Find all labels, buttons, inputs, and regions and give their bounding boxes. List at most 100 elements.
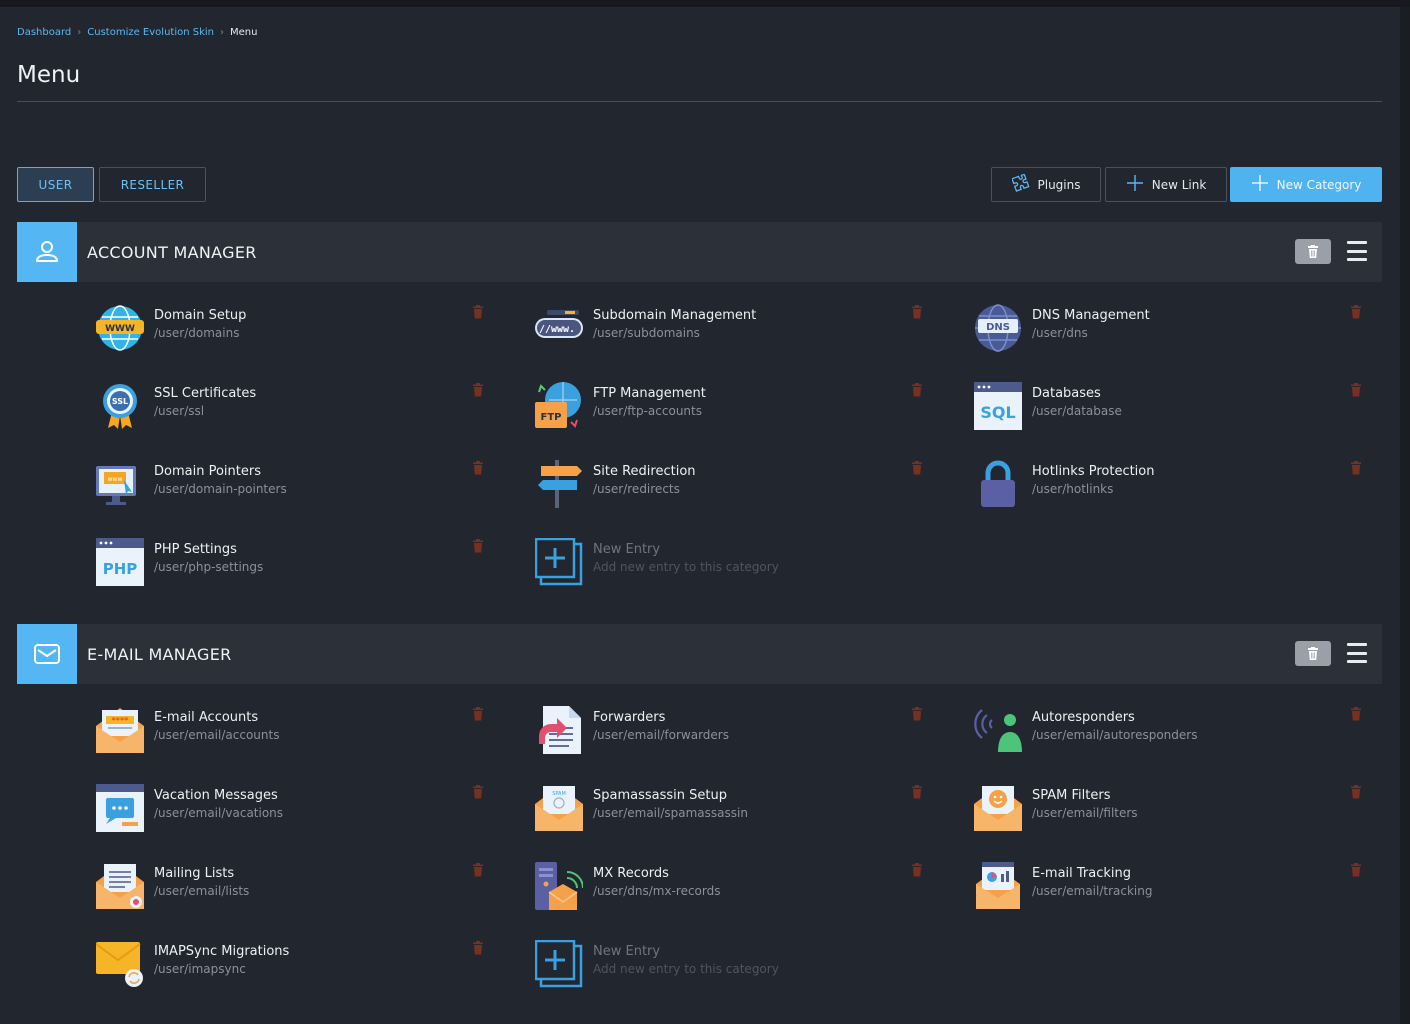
entry-path: /user/email/vacations	[154, 806, 284, 820]
sync-envelope-icon	[95, 940, 144, 988]
entry-name: Databases	[1032, 386, 1101, 401]
hamburger-menu-icon[interactable]	[1347, 643, 1367, 663]
menu-entry-autoresponders[interactable]: Autoresponders /user/email/autoresponder…	[974, 706, 1374, 762]
www-bar-icon: //www.	[535, 304, 583, 352]
category-header-email-manager: E-MAIL MANAGER	[17, 624, 1382, 684]
new-entry-button[interactable]: New Entry Add new entry to this category	[534, 537, 935, 594]
delete-entry-icon[interactable]	[472, 940, 484, 955]
delete-entry-icon[interactable]	[911, 862, 923, 877]
delete-entry-icon[interactable]	[1350, 460, 1362, 475]
scrollbar-track[interactable]	[1400, 7, 1410, 1024]
entry-name: Domain Pointers	[154, 464, 261, 479]
mx-server-icon	[535, 862, 584, 910]
entry-path: /user/imapsync	[154, 962, 246, 976]
entry-name: Site Redirection	[593, 464, 696, 479]
breadcrumb-current: Menu	[230, 27, 258, 38]
entry-name: PHP Settings	[154, 542, 237, 557]
menu-entry-ssl-certificates[interactable]: SSL SSL Certificates /user/ssl	[96, 382, 496, 438]
category-title: E-MAIL MANAGER	[87, 644, 232, 664]
new-category-button[interactable]: New Category	[1230, 167, 1382, 202]
delete-entry-icon[interactable]	[911, 706, 923, 721]
menu-entry-mailing-lists[interactable]: Mailing Lists /user/email/lists	[96, 862, 496, 918]
hamburger-menu-icon[interactable]	[1347, 241, 1367, 261]
delete-category-button[interactable]	[1295, 239, 1331, 264]
tab-reseller[interactable]: RESELLER	[99, 167, 206, 202]
menu-entry-hotlinks-protection[interactable]: Hotlinks Protection /user/hotlinks	[974, 460, 1374, 516]
menu-entry-spam-filters[interactable]: SPAM Filters /user/email/filters	[974, 784, 1374, 840]
signpost-icon	[535, 460, 583, 508]
entry-name: New Entry	[593, 542, 661, 557]
entry-path: /user/email/lists	[154, 884, 250, 898]
plus-icon	[1251, 174, 1269, 195]
delete-entry-icon[interactable]	[1350, 862, 1362, 877]
delete-entry-icon[interactable]	[472, 304, 484, 319]
filter-envelope-icon	[974, 784, 1022, 832]
menu-entry-vacation-messages[interactable]: Vacation Messages /user/email/vacations	[96, 784, 496, 840]
entry-path: Add new entry to this category	[593, 560, 779, 574]
menu-entry-site-redirection[interactable]: Site Redirection /user/redirects	[535, 460, 935, 516]
delete-entry-icon[interactable]	[1350, 382, 1362, 397]
delete-entry-icon[interactable]	[911, 784, 923, 799]
svg-text://www.: //www.	[539, 324, 575, 335]
menu-entry-email-tracking[interactable]: E-mail Tracking /user/email/tracking	[974, 862, 1374, 918]
menu-entry-subdomain-management[interactable]: //www. Subdomain Management /user/subdom…	[535, 304, 935, 360]
entry-name: DNS Management	[1032, 308, 1150, 323]
delete-entry-icon[interactable]	[1350, 706, 1362, 721]
menu-entry-databases[interactable]: SQL Databases /user/database	[974, 382, 1374, 438]
new-link-label: New Link	[1151, 177, 1207, 192]
delete-entry-icon[interactable]	[911, 382, 923, 397]
www-globe-icon: WWW	[96, 304, 144, 352]
entry-path: /user/hotlinks	[1032, 482, 1114, 496]
delete-entry-icon[interactable]	[911, 460, 923, 475]
menu-entry-spamassassin-setup[interactable]: SPAM Spamassassin Setup /user/email/spam…	[535, 784, 935, 840]
menu-entry-php-settings[interactable]: PHP PHP Settings /user/php-settings	[96, 538, 496, 594]
new-link-button[interactable]: New Link	[1105, 167, 1227, 202]
menu-entry-dns-management[interactable]: DNS DNS Management /user/dns	[974, 304, 1374, 360]
svg-text:www: www	[108, 476, 123, 483]
svg-text:SSL: SSL	[112, 397, 128, 406]
tab-user[interactable]: USER	[17, 167, 94, 202]
puzzle-icon	[1010, 173, 1030, 195]
entry-path: /user/domains	[154, 326, 240, 340]
entry-name: E-mail Accounts	[154, 710, 259, 725]
svg-text:PHP: PHP	[103, 560, 138, 578]
entry-path: /user/domain-pointers	[154, 482, 287, 496]
delete-entry-icon[interactable]	[911, 304, 923, 319]
entry-name: Subdomain Management	[593, 308, 757, 323]
delete-entry-icon[interactable]	[472, 706, 484, 721]
svg-text:SQL: SQL	[980, 403, 1015, 422]
delete-category-button[interactable]	[1295, 641, 1331, 666]
menu-entry-domain-setup[interactable]: WWW Domain Setup /user/domains	[96, 304, 496, 360]
delete-entry-icon[interactable]	[472, 862, 484, 877]
delete-entry-icon[interactable]	[472, 460, 484, 475]
dns-globe-icon: DNS	[974, 304, 1022, 352]
delete-entry-icon[interactable]	[472, 538, 484, 553]
breadcrumb-customize-evolution-skin[interactable]: Customize Evolution Skin	[87, 27, 214, 38]
menu-entry-email-accounts[interactable]: **** E-mail Accounts /user/email/account…	[96, 706, 496, 762]
entry-path: /user/email/tracking	[1032, 884, 1153, 898]
entry-name: Vacation Messages	[154, 788, 278, 803]
new-entry-button[interactable]: New Entry Add new entry to this category	[534, 939, 935, 996]
entry-name: Forwarders	[593, 710, 666, 725]
menu-entry-domain-pointers[interactable]: www Domain Pointers /user/domain-pointer…	[96, 460, 496, 516]
trash-icon	[1308, 647, 1318, 660]
top-bar	[0, 0, 1410, 7]
menu-entry-imapsync-migrations[interactable]: IMAPSync Migrations /user/imapsync	[95, 940, 496, 996]
entry-name: FTP Management	[593, 386, 706, 401]
domain-pointer-monitor-icon: www	[96, 460, 144, 508]
page-title: Menu	[17, 62, 81, 88]
user-icon	[17, 222, 77, 282]
entry-path: /user/email/autoresponders	[1032, 728, 1198, 742]
envelope-icon	[17, 624, 77, 684]
menu-entry-forwarders[interactable]: Forwarders /user/email/forwarders	[535, 706, 935, 762]
delete-entry-icon[interactable]	[472, 382, 484, 397]
plugins-button[interactable]: Plugins	[991, 167, 1101, 202]
delete-entry-icon[interactable]	[1350, 784, 1362, 799]
entry-name: Spamassassin Setup	[593, 788, 727, 803]
breadcrumb-dashboard[interactable]: Dashboard	[17, 27, 71, 38]
svg-text:****: ****	[112, 716, 130, 725]
menu-entry-ftp-management[interactable]: FTP FTP Management /user/ftp-accounts	[535, 382, 935, 438]
delete-entry-icon[interactable]	[1350, 304, 1362, 319]
menu-entry-mx-records[interactable]: MX Records /user/dns/mx-records	[535, 862, 935, 918]
delete-entry-icon[interactable]	[472, 784, 484, 799]
